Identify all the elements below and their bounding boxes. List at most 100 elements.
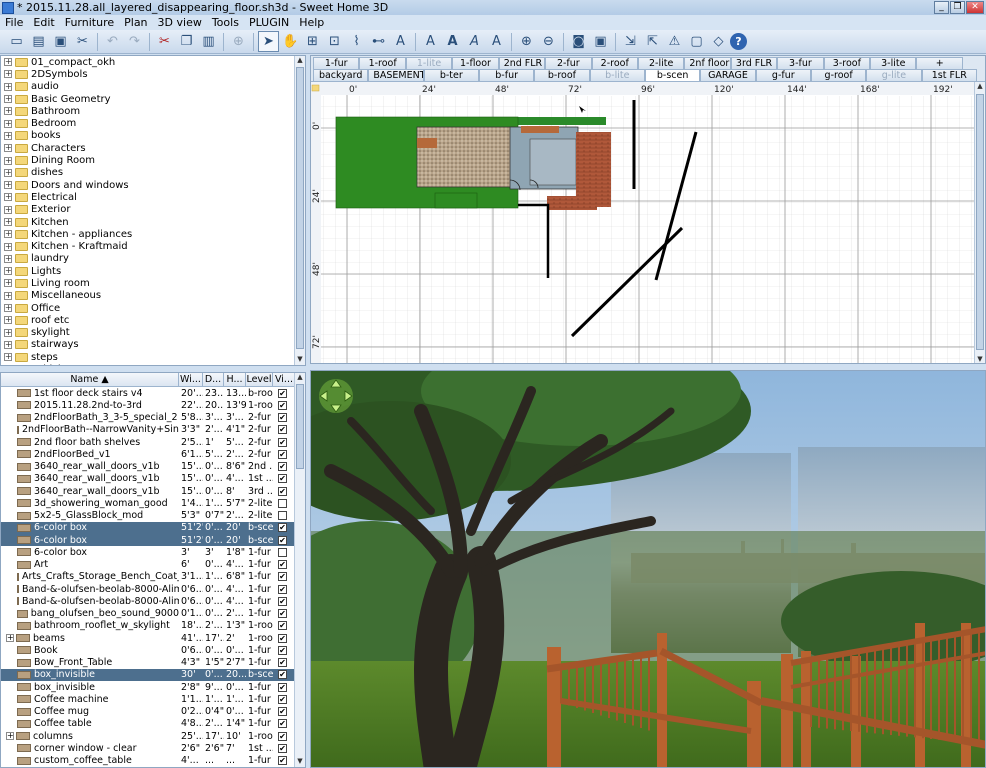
catalog-category[interactable]: + roof etc	[1, 314, 305, 326]
visible-checkbox[interactable]: ✔	[278, 425, 287, 435]
add-text-icon[interactable]: A	[390, 31, 411, 52]
visible-checkbox[interactable]: ✔	[278, 609, 287, 619]
visible-checkbox[interactable]: ✔	[278, 670, 287, 680]
visible-checkbox[interactable]	[278, 498, 287, 508]
plugin-icon[interactable]: ▢	[686, 31, 707, 52]
import-furniture-icon[interactable]: ⇲	[620, 31, 641, 52]
catalog-category[interactable]: + laundry	[1, 253, 305, 265]
expand-icon[interactable]: +	[4, 328, 12, 337]
furniture-row[interactable]: 5x2-5_GlassBlock_mod 5'3" 0'7" 2'... 2-lite	[1, 510, 305, 522]
furniture-row[interactable]: 3640_rear_wall_doors_v1b 15'... 0'... 8'6" 2…	[1, 461, 305, 473]
catalog-category[interactable]: + Exterior	[1, 204, 305, 216]
catalog-category[interactable]: + Bathroom	[1, 105, 305, 117]
furniture-catalog-tree[interactable]: +01_compact_okh +2DSymbols + audio + Basic Ge…	[0, 55, 306, 366]
catalog-category[interactable]: + Lights	[1, 265, 305, 277]
level-tab[interactable]: 1-fur	[313, 57, 360, 69]
visible-checkbox[interactable]: ✔	[278, 633, 287, 643]
furniture-row[interactable]: 6-color box 3' 3' 1'8" 1-fur	[1, 546, 305, 558]
catalog-category[interactable]: + Electrical	[1, 191, 305, 203]
zoom-in-icon[interactable]: ⊕	[516, 31, 537, 52]
furniture-row[interactable]: Coffee table 4'8... 2'... 1'4" 1-fur ✔	[1, 718, 305, 730]
visible-checkbox[interactable]: ✔	[278, 731, 287, 741]
catalog-category[interactable]: + Kitchen - appliances	[1, 228, 305, 240]
catalog-category[interactable]: + steps	[1, 351, 305, 363]
catalog-category[interactable]: + Kitchen	[1, 216, 305, 228]
furniture-row[interactable]: Coffee mug 0'2... 0'4" 0'... 1-fur ✔	[1, 706, 305, 718]
visible-checkbox[interactable]: ✔	[278, 486, 287, 496]
expand-icon[interactable]: +	[4, 131, 12, 140]
expand-icon[interactable]: +	[4, 193, 12, 202]
column-visible[interactable]: Vi...	[273, 373, 296, 386]
expand-icon[interactable]: +	[4, 242, 12, 251]
furniture-row[interactable]: 2015.11.28.2nd-to-3rd 22'...20...13'9"1-r…	[1, 399, 305, 411]
furniture-row[interactable]: Band-&-olufsen-beolab-8000-Aliminium0'6.…	[1, 583, 305, 595]
expand-icon[interactable]: +	[4, 70, 12, 79]
expand-icon[interactable]: +	[4, 230, 12, 239]
catalog-category[interactable]: + Bedroom	[1, 117, 305, 129]
expand-icon[interactable]: +	[4, 279, 12, 288]
visible-checkbox[interactable]: ✔	[278, 645, 287, 655]
expand-icon[interactable]: +	[4, 95, 12, 104]
furniture-row[interactable]: bathroom_rooflet_w_skylight 18'... 2'... 1'…	[1, 620, 305, 632]
level-tab[interactable]: 3rd FLR	[730, 57, 778, 69]
furniture-row[interactable]: box_invisible 2'8" 9'... 0'... 1-fur ✔	[1, 681, 305, 693]
close-button[interactable]: ✕	[966, 1, 984, 14]
tag-icon[interactable]: ◇	[708, 31, 729, 52]
visible-checkbox[interactable]: ✔	[278, 572, 287, 582]
expand-icon[interactable]: +	[4, 316, 12, 325]
level-tab[interactable]: 2nd FLR	[498, 57, 546, 69]
expand-icon[interactable]: +	[6, 732, 14, 741]
create-walls-icon[interactable]: ⊞	[302, 31, 323, 52]
level-tab[interactable]: g-roof	[810, 69, 867, 81]
furniture-row[interactable]: custom_coffee_table 4'......... 1-fur ✔	[1, 755, 305, 767]
open-icon[interactable]: ▤	[28, 31, 49, 52]
level-tab[interactable]: 1-roof	[359, 57, 406, 69]
minimize-button[interactable]: _	[934, 1, 949, 14]
expand-icon[interactable]: +	[4, 58, 12, 67]
furniture-row[interactable]: 1st floor deck stairs v4 20'...23...13...…	[1, 387, 305, 399]
expand-icon[interactable]: +	[4, 267, 12, 276]
select-icon[interactable]: ➤	[258, 31, 279, 52]
catalog-category[interactable]: + Kitchen - Kraftmaid	[1, 240, 305, 252]
furniture-row[interactable]: + columns 25'...17'...10' 1-roof ✔	[1, 730, 305, 742]
visible-checkbox[interactable]: ✔	[278, 560, 287, 570]
visible-checkbox[interactable]: ✔	[278, 413, 287, 423]
furniture-row[interactable]: Band-&-olufsen-beolab-8000-Aliminium0'6.…	[1, 595, 305, 607]
visible-checkbox[interactable]: ✔	[278, 449, 287, 459]
italic-icon[interactable]: A	[464, 31, 485, 52]
catalog-category[interactable]: + Office	[1, 302, 305, 314]
bold-icon[interactable]: A	[442, 31, 463, 52]
plan-canvas[interactable]: 0' 24' 48' 72' 96' 120' 144' 168' 192' 0' 24' 48' 7…	[311, 82, 976, 364]
save-icon[interactable]: ▣	[50, 31, 71, 52]
3d-canvas[interactable]	[311, 371, 986, 768]
expand-icon[interactable]: +	[4, 107, 12, 116]
level-tab[interactable]: b-roof	[534, 69, 590, 81]
expand-icon[interactable]: +	[4, 168, 12, 177]
expand-icon[interactable]: +	[6, 634, 14, 643]
visible-checkbox[interactable]: ✔	[278, 707, 287, 717]
furniture-row[interactable]: 2ndFloorBath_3_3-5_special_2 5'8... 3'... 3…	[1, 412, 305, 424]
level-tab[interactable]: 1-lite	[405, 57, 453, 69]
furniture-row[interactable]: Coffee machine 1'1... 1'... 1'... 1-fur ✔	[1, 693, 305, 705]
column-name[interactable]: Name ▲	[1, 373, 179, 386]
visible-checkbox[interactable]: ✔	[278, 682, 287, 692]
undo-icon[interactable]: ↶	[102, 31, 123, 52]
furniture-row[interactable]: Arts_Crafts_Storage_Bench_Coat_H...3'1..…	[1, 571, 305, 583]
plan-scrollbar[interactable]: ▲ ▼	[974, 82, 985, 363]
level-tab[interactable]: 2-fur	[545, 57, 592, 69]
plan-view[interactable]: 1-fur 1-roof 1-lite 1-floor 2nd FLR 2-fur 2-ro…	[310, 55, 986, 364]
catalog-category[interactable]: + Basic Geometry	[1, 93, 305, 105]
pan-icon[interactable]: ✋	[280, 31, 301, 52]
column-level[interactable]: Level	[246, 373, 273, 386]
menu-help[interactable]: Help	[294, 16, 329, 29]
visible-checkbox[interactable]: ✔	[278, 756, 287, 766]
furniture-list-table[interactable]: Name ▲ Wi... D... H... Level Vi... 1st f…	[0, 372, 306, 768]
level-tab[interactable]: 1st FLR	[921, 69, 977, 81]
column-width[interactable]: Wi...	[179, 373, 203, 386]
level-tab[interactable]: 2-lite	[637, 57, 685, 69]
copy-icon[interactable]: ❐	[176, 31, 197, 52]
catalog-category[interactable]: + Doors and windows	[1, 179, 305, 191]
level-tab[interactable]: backyard	[313, 69, 369, 81]
furniture-row[interactable]: bang_olufsen_beo_sound_9000 0'1... 0'... 2'…	[1, 608, 305, 620]
level-tab[interactable]: b-ter	[423, 69, 479, 81]
